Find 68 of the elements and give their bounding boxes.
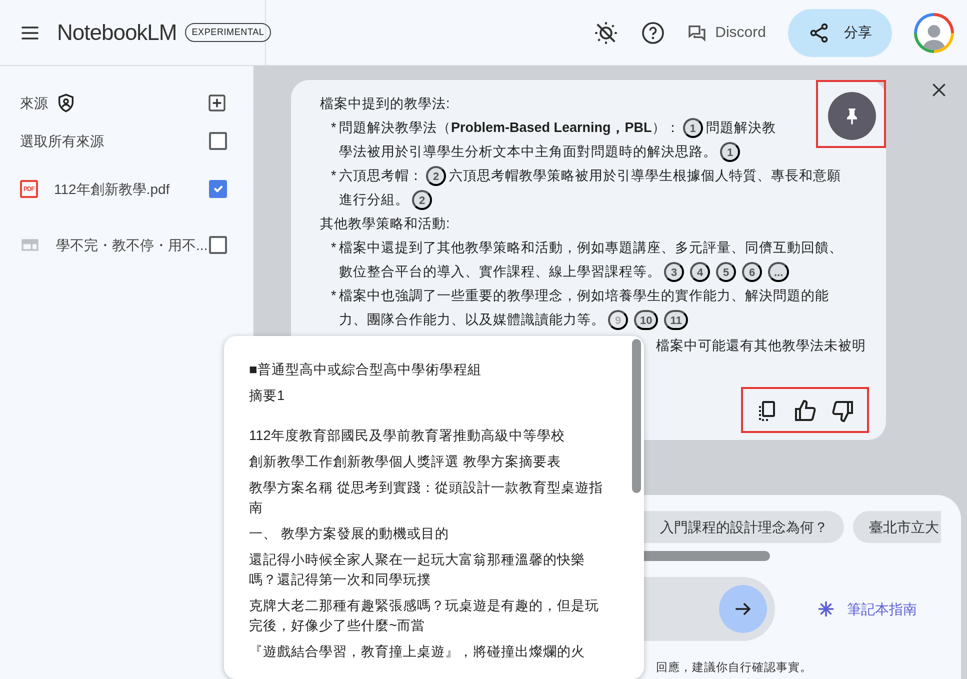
- source-text: 創新教學工作創新教學個人獎評選 教學方案摘要表: [249, 453, 562, 471]
- citation-chip[interactable]: 2: [426, 166, 446, 186]
- bullet: *: [331, 167, 338, 185]
- scrollbar[interactable]: [632, 339, 641, 493]
- pin-button[interactable]: [828, 92, 876, 140]
- citation-chip[interactable]: 3: [664, 262, 684, 282]
- bullet: *: [331, 119, 338, 137]
- send-button[interactable]: [719, 585, 767, 633]
- answer-text: 學法被用於引導學生分析文本中主角面對問題時的解決思路。: [339, 143, 717, 161]
- select-all-label: 選取所有來源: [20, 132, 104, 150]
- brightness-icon: [593, 20, 620, 46]
- citation-chip[interactable]: 5: [716, 262, 736, 282]
- theme-button[interactable]: [593, 20, 620, 46]
- app-title: NotebookLM: [57, 19, 177, 47]
- answer-text: 問題解決教: [706, 119, 776, 137]
- discord-link[interactable]: Discord: [687, 21, 766, 44]
- citation-chip[interactable]: 6: [742, 262, 762, 282]
- source-text: 摘要1: [249, 387, 286, 405]
- avatar[interactable]: [914, 12, 954, 52]
- citation-chip[interactable]: 2: [412, 190, 432, 210]
- citation-chip[interactable]: 1: [682, 118, 703, 138]
- answer-text: 檔案中也強調了一些重要的教學理念，例如培養學生的實作能力、解決問題的能: [339, 287, 829, 305]
- disclaimer-text: 回應，建議你自行確認事實。: [656, 660, 813, 675]
- thumbs-up-icon: [793, 399, 817, 423]
- source-title[interactable]: 112年創新教學.pdf: [54, 178, 170, 200]
- citation-chip[interactable]: 11: [664, 310, 688, 330]
- help-icon: [641, 20, 666, 44]
- sparkle-icon: [817, 600, 835, 618]
- experimental-badge: EXPERIMENTAL: [184, 22, 272, 42]
- citation-chip[interactable]: ...: [768, 262, 790, 282]
- answer-text: 進行分組。: [339, 191, 409, 209]
- add-source-button[interactable]: [207, 93, 227, 113]
- citation-chip[interactable]: 1: [720, 142, 740, 162]
- notebook-guide-link[interactable]: 筆記本指南: [817, 598, 917, 620]
- answer-text: 問題解決教學法（Problem-Based Learning，PBL）：: [339, 119, 680, 137]
- thumbs-up-button[interactable]: [793, 399, 817, 423]
- bullet: *: [331, 239, 338, 257]
- bullet: *: [331, 287, 338, 305]
- section-heading: 其他教學策略和活動:: [320, 215, 451, 233]
- answer-text: 檔案中可能還有其他教學法未被明: [656, 337, 866, 355]
- chat-bubbles-icon: [687, 22, 708, 42]
- share-icon: [808, 22, 830, 44]
- citation-chip[interactable]: 4: [690, 262, 710, 282]
- source-text: 『遊戲結合學習，教育撞上桌遊』，將碰撞出燦爛的火: [249, 643, 586, 661]
- source-text: 還記得小時候全家人聚在一起玩大富翁那種溫馨的快樂嗎？還記得第一次和同學玩撲: [249, 551, 586, 589]
- answer-text: 力、團隊合作能力、以及媒體識讀能力等。: [339, 311, 605, 329]
- thumbs-down-icon: [831, 399, 855, 423]
- shield-person-icon: [56, 93, 76, 113]
- source-text: ■普通型高中或綜合型高中學術學程組: [249, 361, 482, 379]
- answer-text: 數位整合平台的導入、實作課程、線上學習課程等。: [339, 263, 661, 281]
- source-text: 一、 教學方案發展的動機或目的: [249, 525, 450, 543]
- thumbs-down-button[interactable]: [831, 399, 855, 423]
- source-checkbox[interactable]: [209, 180, 227, 198]
- source-text: 克牌大老二那種有趣緊張感嗎？玩桌遊是有趣的，但是玩完後，好像少了些什麼~而當: [249, 597, 600, 635]
- section-heading: 檔案中提到的教學法:: [320, 95, 451, 113]
- answer-text: 六頂思考帽：: [339, 167, 423, 185]
- answer-text: 檔案中還提到了其他教學策略和活動，例如專題講座、多元評量、同儕互動回饋、: [339, 239, 843, 257]
- citation-chip[interactable]: 10: [634, 310, 658, 330]
- source-text: 112年度教育部國民及學前教育署推動高級中等學校: [249, 427, 566, 445]
- plus-box-icon: [207, 93, 227, 113]
- source-checkbox[interactable]: [209, 236, 227, 254]
- share-button[interactable]: 分享: [788, 8, 892, 56]
- sources-heading: 來源: [20, 94, 48, 112]
- source-title[interactable]: 學不完・教不停・用不...: [56, 234, 208, 256]
- help-button[interactable]: [641, 20, 666, 44]
- select-all-checkbox[interactable]: [209, 132, 227, 150]
- answer-text: 六頂思考帽教學策略被用於引導學生根據個人特質、專長和意願: [449, 167, 841, 185]
- suggestion-chip[interactable]: 臺北市立大: [853, 511, 941, 543]
